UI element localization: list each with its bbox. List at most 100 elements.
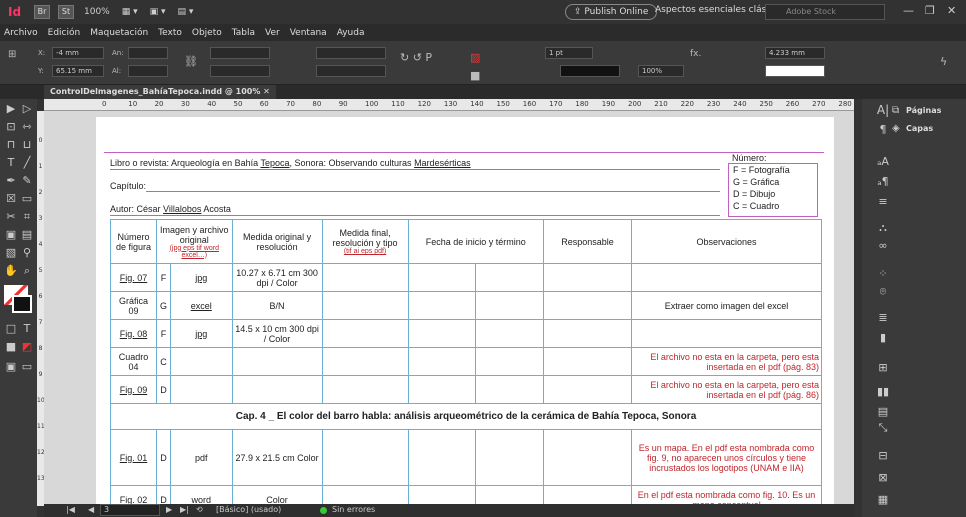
prev-page-icon[interactable]: ◀	[88, 505, 94, 514]
menu-archivo[interactable]: Archivo	[4, 28, 38, 38]
hyperlinks-icon[interactable]: ⛬	[875, 221, 891, 235]
chapter-row[interactable]: Cap. 4 _ El color del barro habla: análi…	[110, 403, 822, 430]
close-icon[interactable]: ✕	[947, 4, 956, 17]
menu-edicion[interactable]: Edición	[48, 28, 81, 38]
content-collector-icon[interactable]: ⊓	[4, 139, 18, 151]
eyedropper-tool-icon[interactable]: ⚲	[20, 247, 34, 259]
menu-objeto[interactable]: Objeto	[192, 28, 222, 38]
paragraph-styles-icon[interactable]: ₐ¶	[875, 175, 891, 189]
hand-tool-icon[interactable]: ✋	[4, 265, 18, 277]
view-options-icon[interactable]: ▦ ▾	[122, 7, 138, 17]
character-panel-icon[interactable]: A|	[875, 103, 891, 117]
links-icon[interactable]: ∞	[875, 239, 891, 253]
table-row[interactable]: Cuadro 04 C El archivo no esta en la car…	[110, 347, 822, 376]
pages-icon[interactable]: ⧉	[892, 105, 899, 116]
arrange-icon[interactable]: ▤ ▾	[178, 7, 194, 17]
stroke-swatch-tool-icon[interactable]	[12, 295, 32, 313]
apply-none-icon[interactable]: ◩	[20, 341, 34, 353]
rotate-field[interactable]	[316, 47, 386, 59]
gradient-feather-icon[interactable]: ▤	[20, 229, 34, 241]
apply-color-icon[interactable]: ■	[4, 341, 18, 353]
transform-tool-icon[interactable]: ⌗	[20, 211, 34, 223]
line-tool-icon[interactable]: ╱	[20, 157, 34, 169]
swatches-icon[interactable]: ⌾	[875, 285, 891, 299]
stroke-swatch-icon[interactable]: ■	[470, 69, 480, 82]
fill-none-icon[interactable]: ▨	[470, 51, 480, 64]
stroke-weight-field[interactable]: 1 pt	[545, 47, 593, 59]
rotate-icon[interactable]: ↻ ↺ P	[400, 51, 432, 64]
effects-icon[interactable]: ⁘	[875, 267, 891, 281]
document-tab[interactable]: ControlDelmagenes_BahíaTepoca.indd @ 100…	[44, 85, 276, 99]
table-row[interactable]: Fig. 02 D word Color En el pdf esta nomb…	[110, 485, 822, 506]
stock-search-input[interactable]: Adobe Stock	[765, 4, 885, 20]
preflight-status[interactable]: Sin errores	[332, 505, 375, 514]
table-row[interactable]: Fig. 07 F jpg 10.27 x 6.71 cm 300 dpi / …	[110, 263, 822, 292]
screen-mode-icon[interactable]: ▣ ▾	[150, 7, 166, 17]
reference-point-icon[interactable]: ⊞	[8, 49, 16, 60]
menu-tabla[interactable]: Tabla	[232, 28, 255, 38]
preview-mode-icon[interactable]: ▭	[20, 361, 34, 373]
bridge-icon[interactable]: Br	[34, 5, 50, 19]
opacity-field[interactable]: 100%	[638, 65, 684, 77]
first-page-icon[interactable]: |◀	[66, 505, 75, 514]
scale-x-field[interactable]	[210, 47, 270, 59]
next-page-icon[interactable]: ▶	[166, 505, 172, 514]
height-field[interactable]	[128, 65, 168, 77]
menu-ver[interactable]: Ver	[265, 28, 280, 38]
note-tool-icon[interactable]: ▧	[4, 247, 18, 259]
stroke-panel-icon[interactable]: ≣	[875, 311, 891, 325]
menu-ventana[interactable]: Ventana	[290, 28, 327, 38]
publish-online-button[interactable]: ⇪ Publish Online	[565, 4, 658, 20]
y-field[interactable]: 65.15 mm	[52, 65, 104, 77]
constrain-icon[interactable]: ⛓	[184, 55, 198, 68]
rectangle-tool-icon[interactable]: ▭	[20, 193, 34, 205]
paragraph-panel-icon[interactable]: ¶	[875, 123, 891, 137]
formatting-text-icon[interactable]: T	[20, 323, 34, 335]
zoom-tool-icon[interactable]: ⌕	[20, 265, 34, 277]
layers-icon[interactable]: ◈	[892, 123, 900, 134]
page-tool-icon[interactable]: ⊡	[4, 121, 18, 133]
frame-tool-icon[interactable]: ☒	[4, 193, 18, 205]
table-row[interactable]: Fig. 08 F jpg 14.5 x 10 cm 300 dpi / Col…	[110, 319, 822, 348]
page-number-field[interactable]: 3	[100, 504, 160, 516]
x-field[interactable]: -4 mm	[52, 47, 104, 59]
gap-tool-icon[interactable]: ⇿	[20, 121, 34, 133]
gradient-tool-icon[interactable]: ▣	[4, 229, 18, 241]
stock-icon[interactable]: St	[58, 5, 74, 19]
shear-field[interactable]	[316, 65, 386, 77]
stroke-type-field[interactable]	[560, 65, 620, 77]
cell-styles-icon[interactable]: ⤡	[875, 421, 891, 435]
horizontal-ruler[interactable]: 0 10 20 30 40 50 60 70 80 90 100 110 120 130 140 150 160…	[44, 99, 854, 111]
fx-icon[interactable]: fx.	[690, 49, 701, 59]
style-indicator[interactable]: [Básico] (usado)	[216, 505, 281, 514]
width-field[interactable]	[128, 47, 168, 59]
gradient-panel-icon[interactable]: ▮	[875, 331, 891, 345]
menu-texto[interactable]: Texto	[158, 28, 182, 38]
layers-panel-label[interactable]: Capas	[906, 124, 933, 133]
scale-y-field[interactable]	[210, 65, 270, 77]
open-page-icon[interactable]: ⟲	[196, 505, 203, 514]
pathfinder-icon[interactable]: ▮▮	[875, 385, 891, 399]
menu-maquetacion[interactable]: Maquetación	[90, 28, 148, 38]
color-swatch-field[interactable]	[765, 65, 825, 77]
pencil-tool-icon[interactable]: ✎	[20, 175, 34, 187]
table-row[interactable]: Gráfica 09 G excel B/N Extraer como imag…	[110, 291, 822, 320]
selection-tool-icon[interactable]: ▶	[4, 103, 18, 115]
last-page-icon[interactable]: ▶|	[180, 505, 189, 514]
gap-field[interactable]: 4.233 mm	[765, 47, 825, 59]
layout-panel-icon[interactable]: ▦	[875, 493, 891, 507]
align-panel-icon[interactable]: ⊞	[875, 361, 891, 375]
menu-ayuda[interactable]: Ayuda	[337, 28, 365, 38]
table-row[interactable]: Fig. 09 D El archivo no esta en la carpe…	[110, 375, 822, 404]
type-tool-icon[interactable]: T	[4, 157, 18, 169]
lightning-icon[interactable]: ϟ	[940, 55, 947, 68]
table-row[interactable]: Fig. 01 D pdf 27.9 x 21.5 cm Color Es un…	[110, 429, 822, 486]
table-styles-icon[interactable]: ⊟	[875, 449, 891, 463]
document-canvas[interactable]: Libro o revista: Arqueología en Bahía Te…	[44, 111, 854, 506]
direct-selection-icon[interactable]: ▷	[20, 103, 34, 115]
table-panel-icon[interactable]: ▤	[875, 405, 891, 419]
content-placer-icon[interactable]: ⊔	[20, 139, 34, 151]
screen-mode-tool-icon[interactable]: ▣	[4, 361, 18, 373]
object-styles-icon[interactable]: ⊠	[875, 471, 891, 485]
pen-tool-icon[interactable]: ✒	[4, 175, 18, 187]
